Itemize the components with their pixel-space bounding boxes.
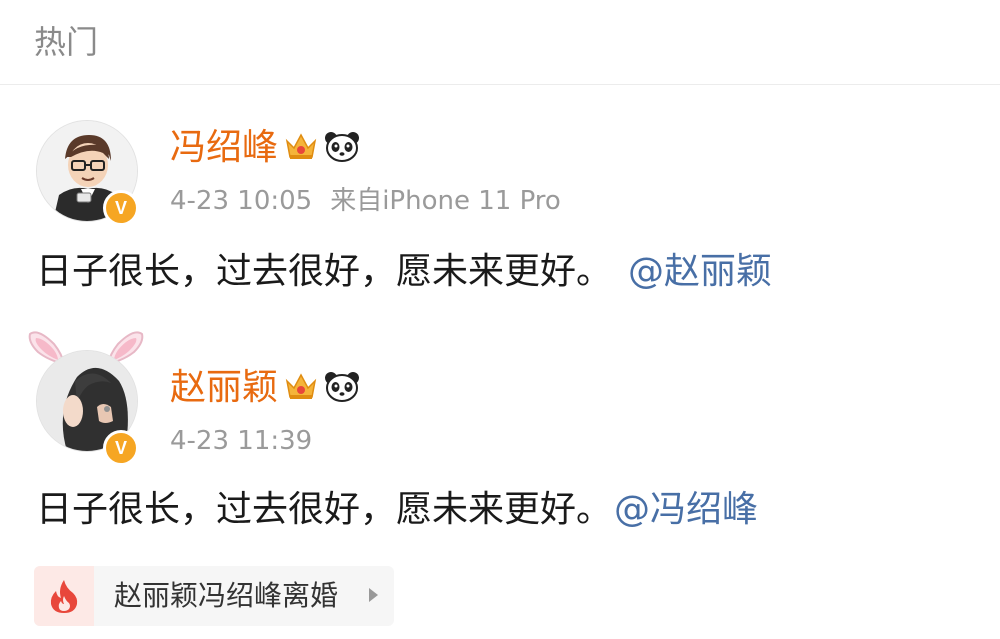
hot-topic-chip[interactable]: 赵丽颖冯绍峰离婚 [34,566,394,626]
verified-icon: V [103,430,139,466]
section-title: 热门 [34,23,99,61]
panda-icon[interactable] [324,130,360,166]
username[interactable]: 冯绍峰 [170,126,278,170]
crown-icon[interactable] [284,131,318,165]
verified-icon: V [103,190,139,226]
post-meta: 4-23 11:39 [170,424,312,458]
section-header: 热门 [0,0,1000,85]
post-body: 日子很长，过去很好，愿未来更好。 [36,489,613,530]
chevron-right-icon [369,588,378,602]
topic-label: 赵丽颖冯绍峰离婚 [114,579,339,612]
username-row: 冯绍峰 [170,126,360,170]
panda-icon[interactable] [324,370,360,406]
weibo-feed: 热门 V 冯绍峰 4-23 10:05 来自iPhone 11 Pro 日子很长… [0,0,1000,639]
crown-icon[interactable] [284,371,318,405]
username[interactable]: 赵丽颖 [170,366,278,410]
post-meta: 4-23 10:05 来自iPhone 11 Pro [170,184,561,218]
post-time: 4-23 11:39 [170,426,313,456]
post-time: 4-23 10:05 [170,186,313,216]
mention-link[interactable]: @赵丽颖 [628,251,772,292]
fire-icon [34,566,94,626]
post-text: 日子很长，过去很好，愿未来更好。@冯绍峰 [36,486,758,534]
mention-link[interactable]: @冯绍峰 [614,489,758,530]
post-source: 来自iPhone 11 Pro [330,186,561,216]
username-row: 赵丽颖 [170,366,360,410]
post-body: 日子很长，过去很好，愿未来更好。 [36,251,613,292]
post-text: 日子很长，过去很好，愿未来更好。 @赵丽颖 [36,248,772,296]
